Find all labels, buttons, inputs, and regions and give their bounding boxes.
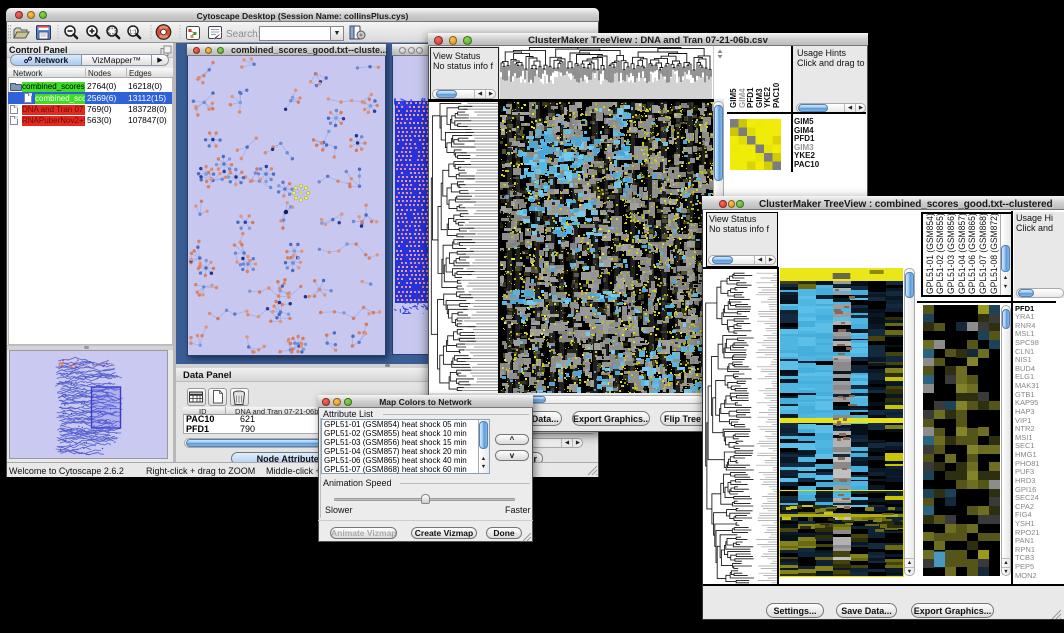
svg-text:Search:: Search:	[226, 29, 260, 40]
svg-text:1:1: 1:1	[129, 29, 137, 35]
